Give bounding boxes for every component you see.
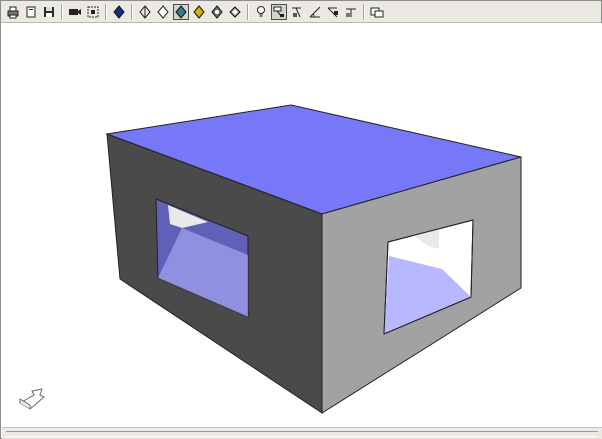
toolbar-separator [105,3,107,20]
fit-view-icon [87,6,99,17]
hidden-line-button[interactable] [155,4,171,20]
toolbar-separator [247,3,249,20]
shaded-edges-icon [175,4,187,19]
light-icon [257,5,265,17]
dimension-button[interactable] [289,4,305,20]
toolbar-separator [131,3,133,20]
measure-angle-icon [309,6,321,17]
3d-viewport[interactable] [2,23,602,427]
annotation-button[interactable] [271,3,287,20]
material-icon [193,4,205,19]
measure-distance-button[interactable] [325,4,341,20]
explode-button[interactable] [209,4,225,20]
annotation-icon [273,6,284,17]
axis-triad-icon [19,388,45,410]
perspective-button[interactable] [227,4,243,20]
light-button[interactable] [253,4,269,20]
measure-distance-icon [327,7,338,17]
camera-icon [69,8,81,15]
window-icon [370,7,384,17]
toolbar-separator [61,3,63,20]
hidden-line-icon [157,4,169,19]
viewer-window [0,0,602,439]
camera-button[interactable] [67,4,83,20]
dimension-icon [292,7,301,17]
save-icon [44,6,54,17]
wireframe-mode-button[interactable] [137,4,153,20]
horizontal-scroll-track[interactable] [6,431,598,437]
section-button[interactable] [343,4,359,20]
toolbar [1,1,601,23]
measure-angle-button[interactable] [307,4,323,20]
status-bar [2,427,602,439]
material-button[interactable] [191,4,207,20]
shaded-mode-button[interactable] [111,4,127,20]
wireframe-mode-icon [139,4,151,19]
print-button[interactable] [5,4,21,20]
perspective-icon [229,5,241,18]
explode-icon [211,4,223,19]
print-icon [7,6,19,18]
shaded-edges-button[interactable] [173,3,189,20]
copy-button[interactable] [23,4,39,20]
window-button[interactable] [369,4,385,20]
save-button[interactable] [41,4,57,20]
shaded-mode-icon [113,4,125,19]
scene-canvas[interactable] [2,23,602,427]
copy-icon [26,6,36,17]
section-icon [346,8,356,17]
toolbar-separator [363,3,365,20]
fit-view-button[interactable] [85,4,101,20]
